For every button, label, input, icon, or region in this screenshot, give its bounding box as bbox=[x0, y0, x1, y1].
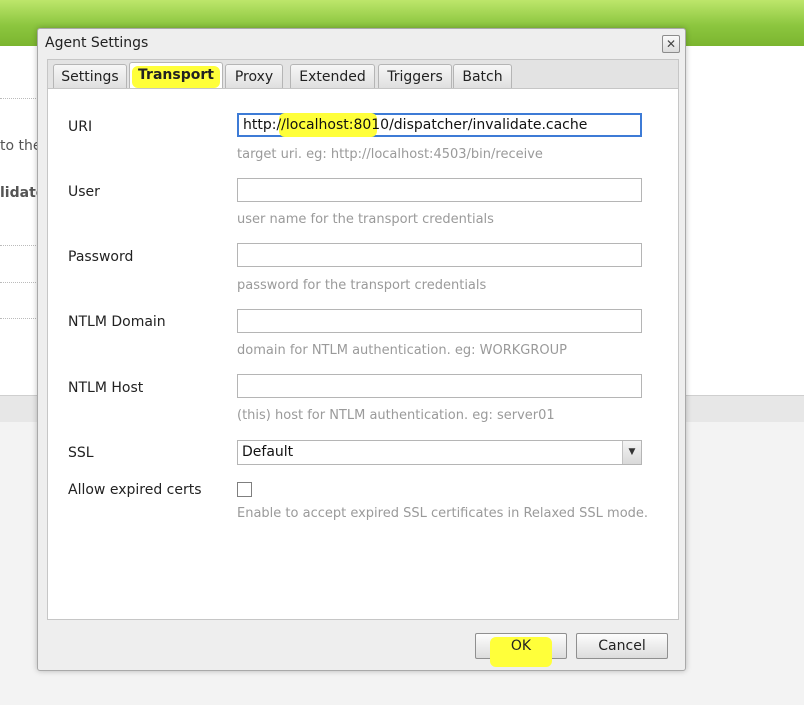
dialog-title: Agent Settings bbox=[45, 35, 149, 51]
user-hint: user name for the transport credentials bbox=[237, 212, 494, 227]
background-text: to the bbox=[0, 138, 42, 154]
transport-panel: URI http://localhost:8010/dispatcher/inv… bbox=[47, 88, 679, 620]
ssl-select[interactable]: Default ▼ bbox=[237, 440, 642, 465]
user-label: User bbox=[68, 184, 100, 200]
tab-label: Proxy bbox=[234, 69, 274, 85]
allow-expired-label: Allow expired certs bbox=[68, 482, 202, 498]
uri-value: http://localhost:8010/dispatcher/invalid… bbox=[243, 117, 588, 133]
allow-expired-checkbox[interactable] bbox=[237, 482, 252, 497]
tab-strip: Settings Transport Proxy Extended Trigge… bbox=[47, 59, 679, 90]
tab-label: Transport bbox=[138, 67, 214, 83]
cancel-button[interactable]: Cancel bbox=[576, 633, 668, 659]
tab-label: Batch bbox=[462, 69, 503, 85]
tab-triggers[interactable]: Triggers bbox=[378, 64, 452, 89]
tab-label: Triggers bbox=[387, 69, 443, 85]
ssl-label: SSL bbox=[68, 445, 94, 461]
ntlm-domain-input[interactable] bbox=[237, 309, 642, 333]
ok-button[interactable]: OK bbox=[475, 633, 567, 667]
ntlm-host-hint: (this) host for NTLM authentication. eg:… bbox=[237, 408, 555, 423]
tab-proxy[interactable]: Proxy bbox=[225, 64, 283, 89]
ntlm-host-input[interactable] bbox=[237, 374, 642, 398]
tab-label: Settings bbox=[61, 69, 119, 85]
uri-label: URI bbox=[68, 119, 93, 135]
background-divider bbox=[0, 318, 40, 319]
tab-transport[interactable]: Transport bbox=[129, 62, 223, 90]
chevron-down-icon[interactable]: ▼ bbox=[622, 441, 641, 464]
background-divider bbox=[0, 98, 40, 99]
password-label: Password bbox=[68, 249, 134, 265]
ntlm-host-label: NTLM Host bbox=[68, 380, 144, 396]
background-divider bbox=[0, 245, 40, 246]
tab-label: Extended bbox=[299, 69, 366, 85]
ntlm-domain-hint: domain for NTLM authentication. eg: WORK… bbox=[237, 343, 567, 358]
agent-settings-dialog: Agent Settings ✕ Settings Transport Prox… bbox=[37, 28, 686, 671]
tab-batch[interactable]: Batch bbox=[453, 64, 512, 89]
password-input[interactable] bbox=[237, 243, 642, 267]
ntlm-domain-label: NTLM Domain bbox=[68, 314, 166, 330]
background-divider bbox=[0, 282, 40, 283]
uri-input[interactable]: http://localhost:8010/dispatcher/invalid… bbox=[237, 113, 642, 137]
ok-button-label: OK bbox=[510, 638, 532, 654]
user-input[interactable] bbox=[237, 178, 642, 202]
tab-settings[interactable]: Settings bbox=[53, 64, 127, 89]
cancel-button-label: Cancel bbox=[598, 638, 646, 654]
password-hint: password for the transport credentials bbox=[237, 278, 487, 293]
uri-hint: target uri. eg: http://localhost:4503/bi… bbox=[237, 147, 543, 162]
close-icon[interactable]: ✕ bbox=[662, 35, 680, 53]
ssl-value: Default bbox=[242, 444, 294, 460]
allow-expired-hint: Enable to accept expired SSL certificate… bbox=[237, 506, 649, 521]
tab-extended[interactable]: Extended bbox=[290, 64, 375, 89]
